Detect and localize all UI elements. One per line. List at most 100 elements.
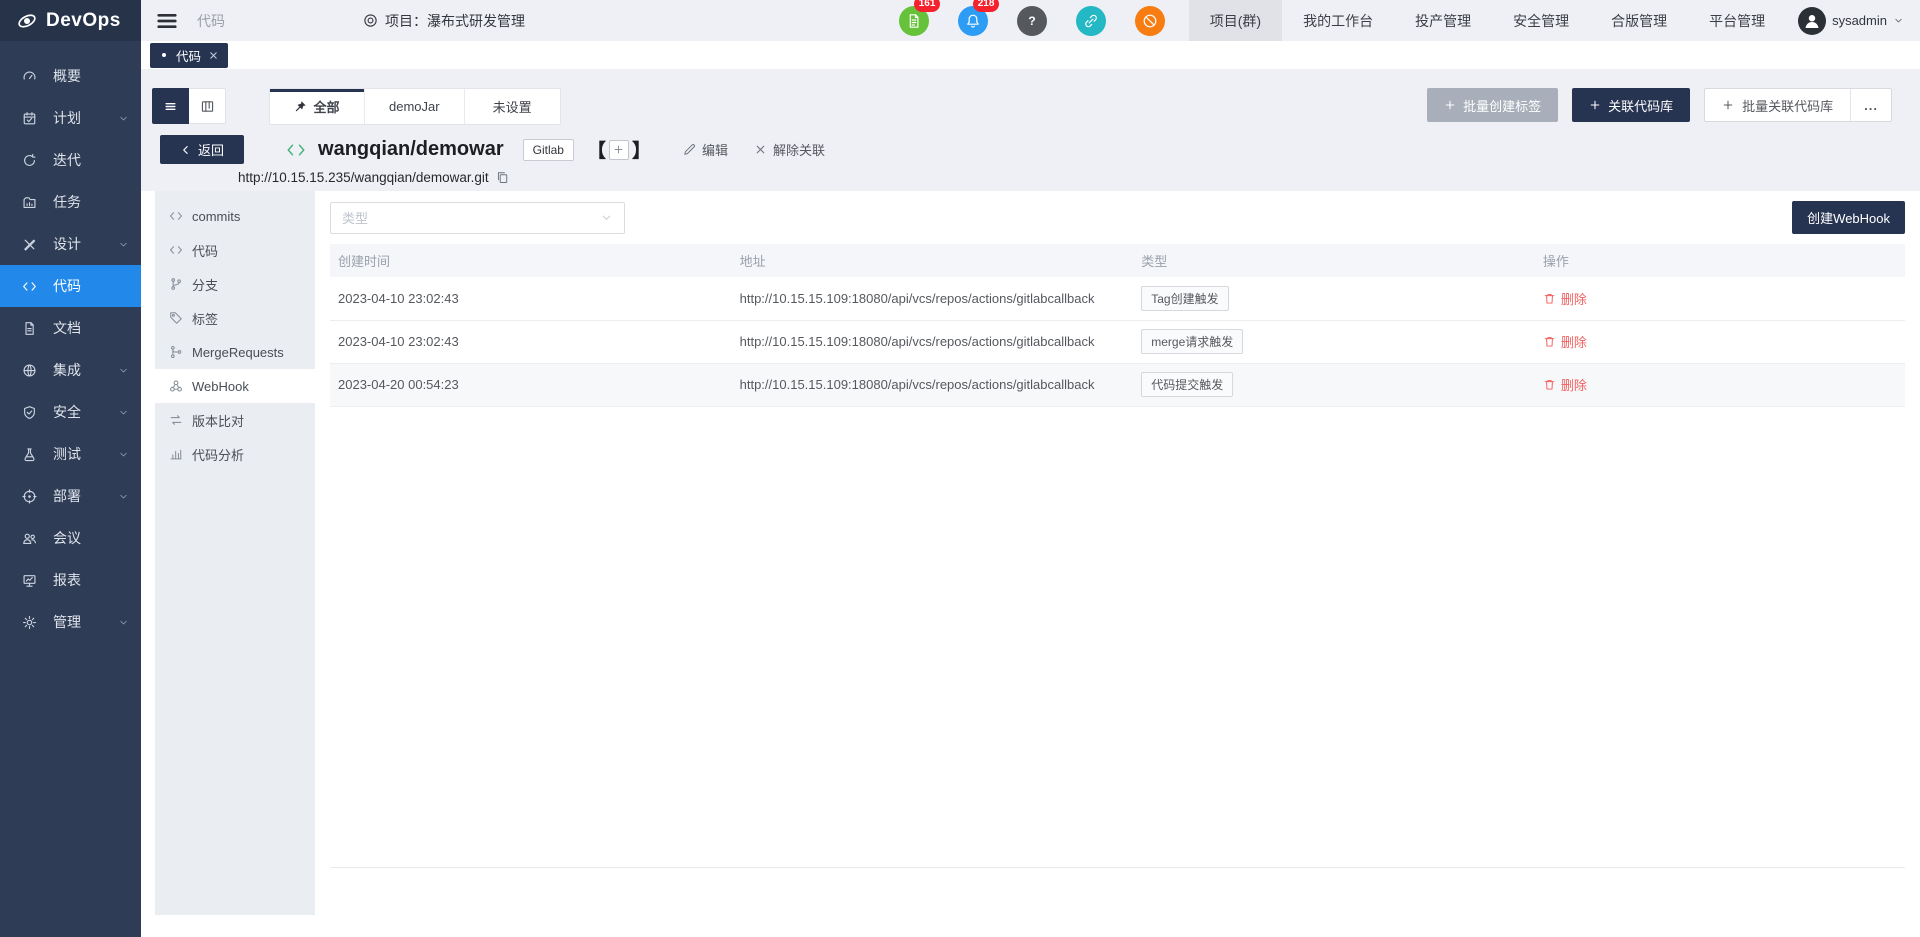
flask-icon <box>22 447 37 462</box>
edit-button[interactable]: 编辑 <box>683 140 728 159</box>
chevron-down-icon <box>118 113 129 124</box>
sidebar-item-label: 测试 <box>53 444 81 464</box>
plus-icon <box>1444 99 1456 111</box>
sidebar-item-tasks[interactable]: 任务 <box>0 181 141 223</box>
chevron-down-icon <box>118 407 129 418</box>
sidebar-item-design[interactable]: 设计 <box>0 223 141 265</box>
code-icon <box>22 279 37 294</box>
cell-actions: 删除 <box>1535 277 1905 320</box>
back-button[interactable]: 返回 <box>160 135 244 164</box>
close-icon[interactable] <box>208 50 219 61</box>
sidebar-item-label: 迭代 <box>53 150 81 170</box>
open-tab-code[interactable]: 代码 <box>150 43 228 68</box>
links-button[interactable] <box>1076 6 1106 36</box>
merge-icon <box>169 345 183 359</box>
pin-icon <box>294 100 307 113</box>
copy-icon[interactable] <box>496 171 509 184</box>
add-tag-button[interactable] <box>609 140 629 160</box>
branch-icon <box>169 277 183 291</box>
topnav-item-production[interactable]: 投产管理 <box>1394 0 1492 41</box>
repo-tab-demojar[interactable]: demoJar <box>365 89 465 124</box>
sidebar-item-label: 代码 <box>53 276 81 296</box>
cell-type: merge请求触发 <box>1133 320 1535 363</box>
topnav-item-security[interactable]: 安全管理 <box>1492 0 1590 41</box>
submenu-label: commits <box>192 209 240 224</box>
submenu-item-tags[interactable]: 标签 <box>155 301 315 335</box>
unlink-button[interactable]: 解除关联 <box>754 140 825 159</box>
batch-link-repo-button[interactable]: 批量关联代码库 <box>1705 89 1850 121</box>
submenu-label: 分支 <box>192 275 218 294</box>
devops-logo-icon <box>16 10 38 32</box>
sidebar-item-security[interactable]: 安全 <box>0 391 141 433</box>
sidebar-item-iteration[interactable]: 迭代 <box>0 139 141 181</box>
help-button[interactable]: ? <box>1017 6 1047 36</box>
block-button[interactable] <box>1135 6 1165 36</box>
table-row: 2023-04-20 00:54:23 http://10.15.15.109:… <box>330 363 1905 406</box>
delete-button[interactable]: 删除 <box>1543 289 1587 308</box>
toolbar-actions: 批量创建标签 关联代码库 批量关联代码库 ... <box>1427 88 1892 122</box>
sidebar-item-plan[interactable]: 计划 <box>0 97 141 139</box>
user-menu[interactable]: sysadmin <box>1798 7 1904 35</box>
sidebar-item-reports[interactable]: 报表 <box>0 559 141 601</box>
meeting-icon <box>22 531 37 546</box>
delete-label: 删除 <box>1561 375 1587 394</box>
sidebar-item-code[interactable]: 代码 <box>0 265 141 307</box>
submenu-item-commits[interactable]: commits <box>155 199 315 233</box>
documents-button[interactable]: 161 <box>899 6 929 36</box>
gear-icon <box>22 615 37 630</box>
app-logo[interactable]: DevOps <box>0 0 141 41</box>
kanban-view-icon <box>200 99 215 114</box>
content-area: commits 代码 分支 标签 MergeRequests <box>141 191 1920 937</box>
tag-icon <box>169 311 183 325</box>
sidebar-item-docs[interactable]: 文档 <box>0 307 141 349</box>
type-filter-select[interactable]: 类型 <box>330 202 625 234</box>
link-repo-button[interactable]: 关联代码库 <box>1572 88 1690 122</box>
more-actions-button[interactable]: ... <box>1850 89 1891 121</box>
open-tab-label: 代码 <box>176 46 201 65</box>
card-view-button[interactable] <box>189 88 226 124</box>
topnav-item-projects[interactable]: 项目(群) <box>1189 0 1282 41</box>
question-icon: ? <box>1024 13 1040 29</box>
bell-icon <box>965 13 981 29</box>
sidebar-item-overview[interactable]: 概要 <box>0 55 141 97</box>
cell-created: 2023-04-20 00:54:23 <box>330 363 732 406</box>
submenu-label: WebHook <box>192 379 249 394</box>
topnav-item-version[interactable]: 合版管理 <box>1590 0 1688 41</box>
menu-toggle-icon[interactable] <box>155 9 179 33</box>
create-webhook-button[interactable]: 创建WebHook <box>1792 201 1905 234</box>
notifications-button[interactable]: 218 <box>958 6 988 36</box>
sidebar-item-label: 报表 <box>53 570 81 590</box>
submenu-item-version-compare[interactable]: 版本比对 <box>155 403 315 437</box>
close-icon <box>754 143 767 156</box>
notifications-badge: 218 <box>973 0 1000 12</box>
submenu-item-merge-requests[interactable]: MergeRequests <box>155 335 315 369</box>
type-tag: merge请求触发 <box>1141 329 1243 354</box>
repo-tab-unset[interactable]: 未设置 <box>465 89 560 124</box>
repo-tab-all[interactable]: 全部 <box>270 89 365 124</box>
sidebar-item-label: 安全 <box>53 402 81 422</box>
submenu-item-webhook[interactable]: WebHook <box>155 369 315 403</box>
design-icon <box>22 237 37 252</box>
topnav-item-workbench[interactable]: 我的工作台 <box>1282 0 1394 41</box>
code-icon <box>286 140 306 160</box>
integration-icon <box>22 363 37 378</box>
sidebar-item-meeting[interactable]: 会议 <box>0 517 141 559</box>
list-view-button[interactable] <box>152 88 189 124</box>
project-selector[interactable]: 项目：瀑布式研发管理 <box>363 11 525 31</box>
submenu-item-code[interactable]: 代码 <box>155 233 315 267</box>
sidebar-item-testing[interactable]: 测试 <box>0 433 141 475</box>
sidebar-item-deploy[interactable]: 部署 <box>0 475 141 517</box>
cell-actions: 删除 <box>1535 363 1905 406</box>
submenu-item-branches[interactable]: 分支 <box>155 267 315 301</box>
sidebar-item-integration[interactable]: 集成 <box>0 349 141 391</box>
batch-create-tag-button[interactable]: 批量创建标签 <box>1427 88 1558 122</box>
delete-label: 删除 <box>1561 332 1587 351</box>
caret-down-icon <box>1893 15 1904 26</box>
sidebar-item-admin[interactable]: 管理 <box>0 601 141 643</box>
delete-button[interactable]: 删除 <box>1543 375 1587 394</box>
delete-button[interactable]: 删除 <box>1543 332 1587 351</box>
sidebar-item-label: 文档 <box>53 318 81 338</box>
button-label: 关联代码库 <box>1608 96 1673 115</box>
submenu-item-code-analysis[interactable]: 代码分析 <box>155 437 315 471</box>
topnav-item-platform[interactable]: 平台管理 <box>1688 0 1786 41</box>
